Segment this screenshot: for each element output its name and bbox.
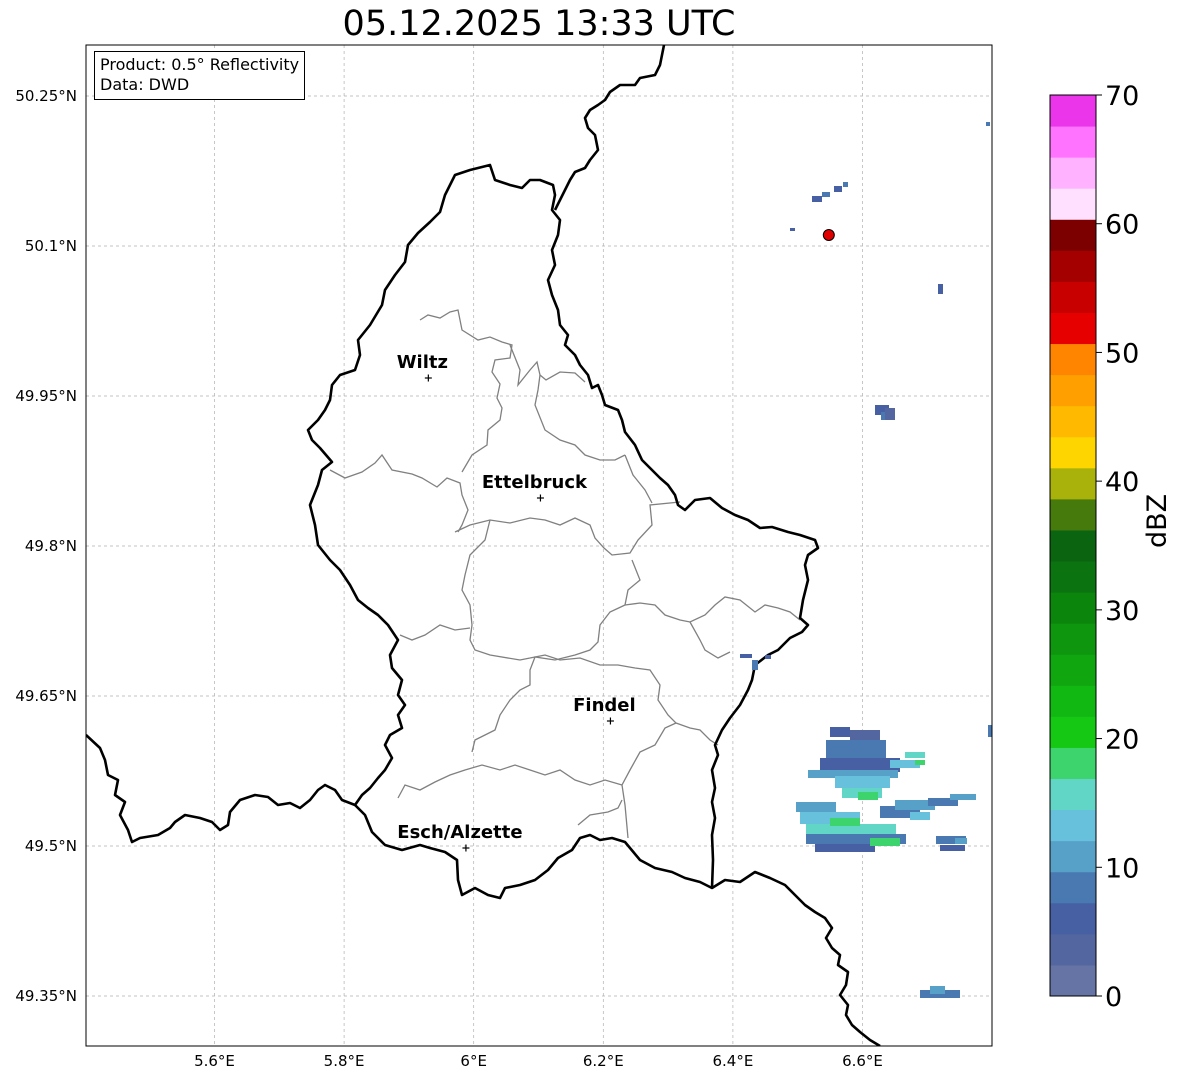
colorbar-segment <box>1050 685 1096 717</box>
lat-tick-label: 50.1°N <box>25 237 77 255</box>
colorbar-segment <box>1050 250 1096 282</box>
colorbar-segment <box>1050 902 1096 935</box>
radar-echo-cell <box>812 196 822 202</box>
colorbar-segment <box>1050 747 1096 780</box>
lon-tick-label: 6.6°E <box>842 1052 883 1070</box>
radar-echo-cell <box>915 760 925 765</box>
colorbar: 0 10 20 30 40 50 60 70 <box>1049 81 1139 1013</box>
colorbar-title: dBZ <box>1142 493 1173 548</box>
colorbar-segment <box>1050 716 1096 748</box>
colorbar-tick-label: 70 <box>1105 81 1139 112</box>
colorbar-segment <box>1050 95 1096 127</box>
colorbar-segment <box>1050 126 1096 158</box>
colorbar-segment <box>1050 964 1096 997</box>
radar-echo-cell <box>796 802 836 812</box>
radar-echo-cell <box>950 794 976 800</box>
colorbar-segment <box>1050 778 1096 811</box>
radar-echo-cell <box>820 758 900 772</box>
colorbar-segment <box>1050 374 1096 407</box>
colorbar-segment <box>1050 467 1096 500</box>
lat-tick-label: 50.25°N <box>15 87 77 105</box>
colorbar-tick-label: 40 <box>1105 467 1139 498</box>
colorbar-segment <box>1050 157 1096 189</box>
radar-echo-cell <box>835 776 890 788</box>
radar-echo-cell <box>790 228 795 231</box>
colorbar-segment <box>1050 312 1096 345</box>
colorbar-segment <box>1050 529 1096 562</box>
colorbar-tick-label: 60 <box>1105 210 1139 241</box>
radar-map: Wiltz Ettelbruck Findel Esch/Alzette 5.6°E 5… <box>15 44 1139 1070</box>
city-label: Ettelbruck <box>482 472 588 493</box>
lat-tick-label: 49.35°N <box>15 987 77 1005</box>
colorbar-tick-label: 0 <box>1105 982 1122 1013</box>
radar-echo-cell <box>822 192 830 197</box>
lon-tick-label: 5.6°E <box>194 1052 235 1070</box>
radar-echo-cell <box>830 727 850 737</box>
product-label: Product: 0.5° Reflectivity <box>100 55 300 74</box>
colorbar-segment <box>1050 188 1096 220</box>
radar-echo-cell <box>826 740 886 758</box>
radar-echo-cell <box>910 812 930 820</box>
map-plot-area <box>86 45 992 1046</box>
colorbar-segment <box>1050 436 1096 469</box>
colorbar-segment <box>1050 654 1096 686</box>
colorbar-tick-label: 30 <box>1105 596 1139 627</box>
radar-echo-cell <box>885 408 895 420</box>
radar-echo-cell <box>938 284 943 294</box>
radar-site-marker <box>822 229 835 241</box>
radar-echo-cell <box>955 838 967 844</box>
lon-tick-label: 6.4°E <box>712 1052 753 1070</box>
colorbar-segment <box>1050 281 1096 313</box>
colorbar-segment <box>1050 871 1096 904</box>
colorbar-segment <box>1050 933 1096 966</box>
colorbar-segment <box>1050 498 1096 531</box>
radar-echo-cell <box>834 186 842 192</box>
radar-echo-cell <box>830 818 860 826</box>
radar-echo-cell <box>905 752 925 758</box>
info-box: Product: 0.5° Reflectivity Data: DWD <box>94 51 306 100</box>
radar-echo-cell <box>870 838 900 846</box>
colorbar-tick-label: 20 <box>1105 725 1139 756</box>
lat-tick-label: 49.5°N <box>25 837 77 855</box>
lon-tick-label: 6°E <box>460 1052 487 1070</box>
radar-echo-cell <box>930 986 945 994</box>
colorbar-segment <box>1050 219 1096 251</box>
radar-echo-cell <box>752 660 758 670</box>
radar-echo-cell <box>988 725 992 737</box>
colorbar-segment <box>1050 840 1096 873</box>
colorbar-tick-label: 50 <box>1105 338 1139 369</box>
radar-echo-cell <box>765 655 771 659</box>
radar-echo-cell <box>815 844 875 852</box>
radar-echo-cell <box>858 792 878 800</box>
lon-tick-label: 6.2°E <box>583 1052 624 1070</box>
data-source-label: Data: DWD <box>100 75 190 94</box>
lat-tick-label: 49.65°N <box>15 687 77 705</box>
radar-echo-cell <box>940 845 965 851</box>
colorbar-segment <box>1050 343 1096 376</box>
colorbar-segment <box>1050 809 1096 842</box>
colorbar-segment <box>1050 592 1096 624</box>
lat-tick-label: 49.95°N <box>15 387 77 405</box>
radar-echo-cell <box>986 122 990 126</box>
city-label: Esch/Alzette <box>397 822 522 843</box>
city-label: Wiltz <box>397 352 448 373</box>
lon-tick-label: 5.8°E <box>324 1052 365 1070</box>
colorbar-tick-label: 10 <box>1105 853 1139 884</box>
radar-echo-cell <box>843 182 848 187</box>
lat-tick-label: 49.8°N <box>25 537 77 555</box>
colorbar-segment <box>1050 561 1096 593</box>
city-label: Findel <box>573 695 636 716</box>
radar-echo-cell <box>740 654 752 658</box>
colorbar-segment <box>1050 623 1096 655</box>
colorbar-segment <box>1050 405 1096 438</box>
